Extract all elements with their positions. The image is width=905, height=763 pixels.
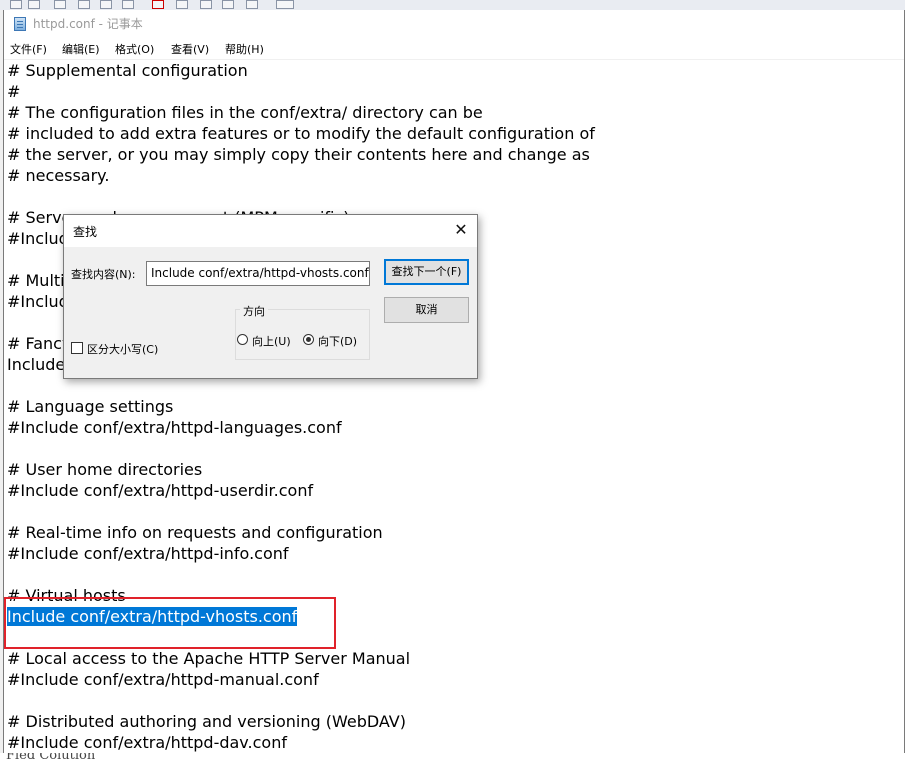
line-text: #Include conf/extra/httpd-info.conf	[7, 544, 289, 563]
background-toolbar	[0, 0, 905, 10]
match-case-checkbox[interactable]	[71, 342, 83, 354]
line-text: # User home directories	[7, 460, 203, 479]
notepad-icon	[14, 17, 26, 31]
line-text: # Local access to the Apache HTTP Server…	[7, 649, 411, 668]
direction-down-label[interactable]: 向下(D)	[318, 333, 357, 349]
menu-bar: 文件(F) 编辑(E) 格式(O) 查看(V) 帮助(H)	[4, 39, 904, 59]
text-line: # Language settings	[7, 396, 903, 417]
text-line: # included to add extra features or to m…	[7, 123, 903, 144]
text-line	[7, 438, 903, 459]
toolbar-icon	[28, 0, 40, 9]
find-what-input[interactable]: Include conf/extra/httpd-vhosts.conf	[146, 261, 370, 286]
text-line	[7, 690, 903, 711]
notepad-window: httpd.conf - 记事本 文件(F) 编辑(E) 格式(O) 查看(V)…	[3, 10, 905, 761]
text-line: #	[7, 81, 903, 102]
line-text: #Include conf/extra/httpd-dav.conf	[7, 733, 287, 752]
text-line: #Include conf/extra/httpd-info.conf	[7, 543, 903, 564]
text-line: # The configuration files in the conf/ex…	[7, 102, 903, 123]
text-editor[interactable]: # Supplemental configuration # # The confi…	[7, 60, 903, 760]
text-line	[7, 564, 903, 585]
text-line: # the server, or you may simply copy the…	[7, 144, 903, 165]
find-what-label: 查找内容(N):	[71, 268, 136, 281]
line-text: #Include conf/extra/httpd-manual.conf	[7, 670, 319, 689]
direction-down-radio[interactable]	[303, 334, 314, 345]
match-case-label[interactable]: 区分大小写(C)	[87, 341, 158, 357]
text-line: # Distributed authoring and versioning (…	[7, 711, 903, 732]
line-text: # The configuration files in the conf/ex…	[7, 103, 483, 122]
text-line: # necessary.	[7, 165, 903, 186]
text-line: # Local access to the Apache HTTP Server…	[7, 648, 903, 669]
menu-edit[interactable]: 编辑(E)	[62, 41, 100, 57]
line-text: # the server, or you may simply copy the…	[7, 145, 590, 164]
dialog-title: 查找	[73, 225, 98, 239]
text-line	[7, 627, 903, 648]
direction-up-radio[interactable]	[237, 334, 248, 345]
background-window-text: Fled Colution	[0, 753, 905, 763]
toolbar-icon	[100, 0, 112, 9]
text-line	[7, 186, 903, 207]
text-line: # Supplemental configuration	[7, 60, 903, 81]
background-text: Fled Colution	[6, 753, 96, 763]
stop-icon	[176, 0, 188, 9]
line-text: # Real-time info on requests and configu…	[7, 523, 383, 542]
fast-forward-icon	[222, 0, 234, 9]
toolbar-icon	[54, 0, 66, 9]
text-line: #Include conf/extra/httpd-languages.conf	[7, 417, 903, 438]
menu-view[interactable]: 查看(V)	[171, 41, 209, 57]
dialog-title-bar[interactable]: 查找 ✕	[64, 215, 477, 247]
window-title: httpd.conf - 记事本	[33, 17, 143, 31]
line-text: # Virtual hosts	[7, 586, 126, 605]
line-text: #Include conf/extra/httpd-languages.conf	[7, 418, 342, 437]
selected-text: Include conf/extra/httpd-vhosts.conf	[7, 607, 298, 626]
toolbar-icon	[122, 0, 134, 9]
text-line: #Include conf/extra/httpd-dav.conf	[7, 732, 903, 753]
text-line	[7, 501, 903, 522]
line-text: # Language settings	[7, 397, 174, 416]
toolbar-icon	[10, 0, 22, 9]
line-text: # Distributed authoring and versioning (…	[7, 712, 406, 731]
find-dialog: 查找 ✕ 查找内容(N): Include conf/extra/httpd-v…	[63, 214, 478, 379]
text-line: Include conf/extra/httpd-vhosts.conf	[7, 606, 903, 627]
text-line: #Include conf/extra/httpd-manual.conf	[7, 669, 903, 690]
line-text: # Supplemental configuration	[7, 61, 248, 80]
toolbar-icon	[78, 0, 90, 9]
cancel-button[interactable]: 取消	[384, 297, 469, 323]
text-line: #Include conf/extra/httpd-userdir.conf	[7, 480, 903, 501]
record-icon	[152, 0, 164, 9]
line-text: # included to add extra features or to m…	[7, 124, 595, 143]
close-icon[interactable]: ✕	[449, 219, 473, 241]
direction-up-label[interactable]: 向上(U)	[252, 333, 291, 349]
spellcheck-icon	[276, 0, 294, 9]
line-text: #Include conf/extra/httpd-userdir.conf	[7, 481, 314, 500]
line-text: # necessary.	[7, 166, 110, 185]
menu-file[interactable]: 文件(F)	[10, 41, 47, 57]
menu-help[interactable]: 帮助(H)	[225, 41, 264, 57]
play-icon	[200, 0, 212, 9]
find-next-button[interactable]: 查找下一个(F)	[384, 259, 469, 285]
title-bar[interactable]: httpd.conf - 记事本	[4, 10, 904, 38]
menu-format[interactable]: 格式(O)	[115, 41, 154, 57]
line-text: #	[7, 82, 21, 101]
text-line: # User home directories	[7, 459, 903, 480]
text-line: # Virtual hosts	[7, 585, 903, 606]
toolbar-icon	[246, 0, 258, 9]
direction-label: 方向	[240, 303, 268, 319]
text-line: # Real-time info on requests and configu…	[7, 522, 903, 543]
